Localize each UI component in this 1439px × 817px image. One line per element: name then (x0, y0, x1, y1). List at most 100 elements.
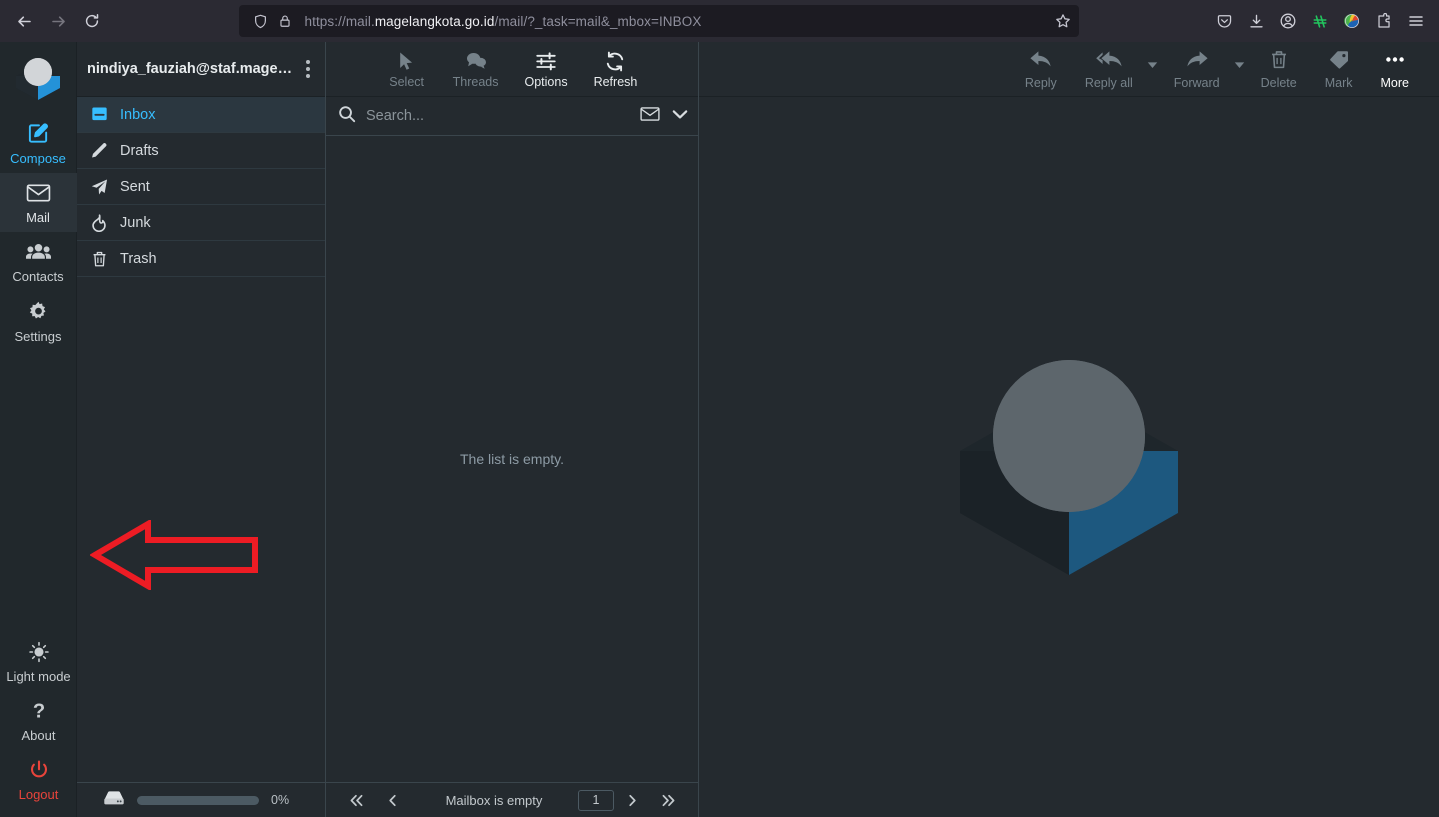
more-options-icon[interactable] (299, 60, 317, 78)
svg-text:?: ? (32, 700, 44, 722)
forward-dropdown-arrow[interactable] (1234, 56, 1247, 90)
pencil-icon (89, 142, 109, 160)
taskbar-item-about[interactable]: ? About (0, 691, 77, 750)
taskbar-label-contacts: Contacts (12, 269, 64, 284)
forward-icon (1185, 49, 1209, 73)
reply-all-button[interactable]: Reply all (1071, 49, 1147, 90)
downloads-icon[interactable] (1241, 6, 1271, 36)
search-input[interactable] (366, 108, 630, 124)
folder-item-sent[interactable]: Sent (77, 169, 325, 205)
envelope-icon[interactable] (640, 106, 660, 127)
address-bar[interactable]: https://mail.magelangkota.go.id/mail/?_t… (238, 5, 1079, 37)
forward-button[interactable] (42, 5, 74, 37)
previous-page-icon[interactable] (374, 793, 410, 808)
mark-label: Mark (1324, 75, 1353, 90)
search-row (326, 97, 698, 136)
more-button[interactable]: More (1367, 49, 1423, 90)
reply-all-dropdown-arrow[interactable] (1147, 56, 1160, 90)
threads-button[interactable]: Threads (452, 50, 499, 89)
first-page-icon[interactable] (338, 793, 374, 808)
message-toolbar: Reply Reply all Forward Delete Mark More (699, 42, 1439, 97)
quota-bar: 0% (77, 782, 325, 817)
more-dots-icon (1383, 49, 1407, 73)
reply-icon (1029, 49, 1053, 73)
taskbar-label-compose: Compose (10, 151, 66, 166)
folder-label-inbox: Inbox (120, 106, 156, 123)
select-label: Select (389, 74, 424, 89)
folder-item-trash[interactable]: Trash (77, 241, 325, 277)
extension-globe-icon[interactable] (1337, 6, 1367, 36)
options-button[interactable]: Options (524, 50, 568, 89)
sliders-options-icon (535, 50, 557, 72)
taskbar-item-mail[interactable]: Mail (0, 173, 77, 232)
refresh-label: Refresh (593, 74, 638, 89)
chevron-down-icon[interactable] (672, 107, 688, 125)
trash-icon (1269, 49, 1289, 73)
reply-all-group: Reply all (1071, 49, 1160, 90)
quota-progress-bar (137, 795, 259, 805)
threads-bubbles-icon (464, 50, 488, 72)
select-button[interactable]: Select (387, 50, 427, 89)
reply-label: Reply (1024, 75, 1057, 90)
list-toolbar: Select Threads Options Refresh (326, 42, 698, 97)
folder-item-inbox[interactable]: Inbox (77, 97, 325, 133)
paper-plane-icon (89, 178, 109, 196)
forward-group: Forward (1160, 49, 1247, 90)
application-menu-icon[interactable] (1401, 6, 1431, 36)
forward-button[interactable]: Forward (1160, 49, 1234, 90)
search-icon[interactable] (338, 105, 356, 128)
padlock-icon[interactable] (273, 14, 297, 28)
forward-label: Forward (1173, 75, 1220, 90)
extension-green-icon[interactable] (1305, 6, 1335, 36)
reply-all-label: Reply all (1084, 75, 1133, 90)
contacts-people-icon (25, 241, 51, 266)
delete-label: Delete (1260, 75, 1297, 90)
mark-button[interactable]: Mark (1311, 49, 1367, 90)
trash-icon (89, 250, 109, 268)
compose-pencil-icon (27, 122, 50, 148)
reload-button[interactable] (76, 5, 108, 37)
pocket-icon[interactable] (1209, 6, 1239, 36)
taskbar-item-logout[interactable]: Logout (0, 750, 77, 809)
tracking-protection-shield-icon[interactable] (249, 14, 273, 29)
taskbar-item-light-mode[interactable]: Light mode (0, 632, 77, 691)
flame-icon (89, 213, 109, 232)
message-preview-pane: Reply Reply all Forward Delete Mark More (699, 42, 1439, 817)
page-number-input[interactable] (578, 789, 614, 811)
roundcube-logo-icon[interactable] (10, 52, 66, 107)
browser-chrome: https://mail.magelangkota.go.id/mail/?_t… (0, 0, 1439, 42)
threads-label: Threads (452, 74, 499, 89)
reply-button[interactable]: Reply (1011, 49, 1071, 90)
folder-item-drafts[interactable]: Drafts (77, 133, 325, 169)
folder-label-trash: Trash (120, 250, 157, 267)
next-page-icon[interactable] (614, 793, 650, 808)
preview-empty-area (699, 97, 1439, 817)
roundcube-logo-watermark (938, 331, 1200, 584)
forward-arrow-icon (50, 13, 67, 30)
disk-quota-icon[interactable] (103, 790, 125, 811)
quota-percent-label: 0% (271, 793, 290, 807)
folder-item-junk[interactable]: Junk (77, 205, 325, 241)
account-icon[interactable] (1273, 6, 1303, 36)
taskbar-label-about: About (21, 728, 56, 743)
delete-button[interactable]: Delete (1247, 49, 1311, 90)
taskbar-item-compose[interactable]: Compose (0, 113, 77, 173)
sun-icon (28, 641, 50, 666)
folder-label-sent: Sent (120, 178, 150, 195)
taskbar-label-settings: Settings (14, 329, 62, 344)
back-button[interactable] (8, 5, 40, 37)
question-mark-icon: ? (28, 700, 50, 725)
options-label: Options (524, 74, 568, 89)
taskbar-label-light-mode: Light mode (6, 669, 71, 684)
last-page-icon[interactable] (650, 793, 686, 808)
taskbar-item-contacts[interactable]: Contacts (0, 232, 77, 291)
inbox-icon (89, 106, 109, 123)
reload-icon (84, 13, 100, 29)
refresh-button[interactable]: Refresh (593, 50, 638, 89)
url-text: https://mail.magelangkota.go.id/mail/?_t… (304, 13, 702, 29)
gear-icon (27, 300, 50, 326)
cursor-arrow-icon (397, 50, 416, 72)
extensions-puzzle-icon[interactable] (1369, 6, 1399, 36)
star-bookmark-icon[interactable] (1051, 13, 1075, 29)
taskbar-item-settings[interactable]: Settings (0, 291, 77, 351)
